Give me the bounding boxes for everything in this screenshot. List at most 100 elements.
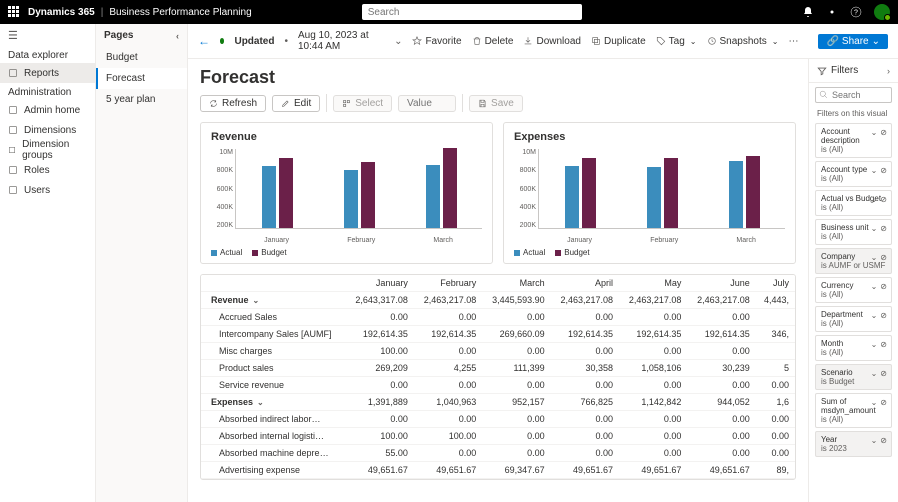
col-header: June bbox=[687, 275, 755, 292]
table-row[interactable]: Absorbed machine depre…55.000.000.000.00… bbox=[201, 445, 795, 462]
table-row[interactable]: Misc charges100.000.000.000.000.000.00 bbox=[201, 343, 795, 360]
hamburger-icon[interactable]: ☰ bbox=[0, 24, 95, 46]
filter-card-year[interactable]: Yearis 2023⌄⊘ bbox=[815, 431, 892, 457]
clear-filter-icon[interactable]: ⊘ bbox=[880, 195, 887, 204]
table-row[interactable]: Intercompany Sales [AUMF]192,614.35192,6… bbox=[201, 326, 795, 343]
col-header: May bbox=[619, 275, 687, 292]
chevron-down-icon[interactable]: ⌄ bbox=[394, 36, 402, 47]
bar-group bbox=[647, 158, 678, 228]
clear-filter-icon[interactable]: ⊘ bbox=[880, 369, 887, 378]
report-icon bbox=[8, 68, 18, 78]
page-item-budget[interactable]: Budget bbox=[96, 47, 187, 68]
home-icon bbox=[8, 105, 18, 115]
filter-card-department[interactable]: Departmentis (All)⌄⊘ bbox=[815, 306, 892, 332]
download-button[interactable]: Download bbox=[523, 36, 580, 47]
filter-card-currency[interactable]: Currencyis (All)⌄⊘ bbox=[815, 277, 892, 303]
filter-card-business-unit[interactable]: Business unitis (All)⌄⊘ bbox=[815, 219, 892, 245]
data-table: JanuaryFebruaryMarchAprilMayJuneJulyReve… bbox=[200, 274, 796, 480]
chevron-down-icon[interactable]: ⌄ bbox=[253, 296, 260, 305]
table-row[interactable]: Advertising expense49,651.6749,651.6769,… bbox=[201, 462, 795, 479]
more-button[interactable]: ⋯ bbox=[788, 36, 798, 47]
bar bbox=[426, 165, 440, 228]
chevron-down-icon[interactable]: ⌄ bbox=[871, 224, 878, 233]
clear-filter-icon[interactable]: ⊘ bbox=[880, 311, 887, 320]
rail-item-admin-home[interactable]: Admin home bbox=[0, 100, 95, 120]
rail-item-users[interactable]: Users bbox=[0, 180, 95, 200]
rail-item-dimension-groups[interactable]: Dimension groups bbox=[0, 140, 95, 160]
table-row[interactable]: Absorbed indirect labor…0.000.000.000.00… bbox=[201, 411, 795, 428]
filter-card-account-description[interactable]: Account descriptionis (All)⌄⊘ bbox=[815, 123, 892, 158]
page-title: Forecast bbox=[200, 67, 796, 88]
col-header: February bbox=[414, 275, 482, 292]
table-row[interactable]: Absorbed internal logisti…100.00100.000.… bbox=[201, 428, 795, 445]
tag-button[interactable]: Tag⌄ bbox=[656, 36, 697, 47]
col-header: March bbox=[482, 275, 550, 292]
chart-card-revenue: Revenue10M800K600K400K200KJanuaryFebruar… bbox=[200, 122, 493, 264]
clear-filter-icon[interactable]: ⊘ bbox=[880, 166, 887, 175]
table-row[interactable]: Accrued Sales0.000.000.000.000.000.00 bbox=[201, 309, 795, 326]
favorite-button[interactable]: Favorite bbox=[412, 36, 461, 47]
delete-button[interactable]: Delete bbox=[472, 36, 514, 47]
rail-item-roles[interactable]: Roles bbox=[0, 160, 95, 180]
table-row[interactable]: Product sales269,2094,255111,39930,3581,… bbox=[201, 360, 795, 377]
clear-filter-icon[interactable]: ⊘ bbox=[880, 128, 887, 137]
chevron-down-icon[interactable]: ⌄ bbox=[871, 166, 878, 175]
bar bbox=[262, 166, 276, 228]
rail-section-title: Administration bbox=[0, 83, 95, 100]
clear-filter-icon[interactable]: ⊘ bbox=[880, 282, 887, 291]
pages-title: Pages bbox=[104, 30, 133, 41]
chevron-down-icon[interactable]: ⌄ bbox=[871, 128, 878, 137]
gear-icon[interactable] bbox=[826, 6, 838, 18]
bar bbox=[582, 158, 596, 228]
help-icon[interactable]: ? bbox=[850, 6, 862, 18]
chart-card-expenses: Expenses10M800K600K400K200KJanuaryFebrua… bbox=[503, 122, 796, 264]
back-button[interactable]: ← bbox=[198, 34, 210, 48]
clear-filter-icon[interactable]: ⊘ bbox=[880, 436, 887, 445]
chevron-down-icon[interactable]: ⌄ bbox=[871, 253, 878, 262]
chevron-down-icon[interactable]: ⌄ bbox=[871, 369, 878, 378]
chevron-down-icon[interactable]: ⌄ bbox=[871, 282, 878, 291]
clear-filter-icon[interactable]: ⊘ bbox=[880, 253, 887, 262]
collapse-pages-icon[interactable]: ‹ bbox=[176, 31, 179, 41]
clear-filter-icon[interactable]: ⊘ bbox=[880, 398, 887, 407]
table-row[interactable]: Service revenue0.000.000.000.000.000.000… bbox=[201, 377, 795, 394]
bar bbox=[746, 156, 760, 228]
bar-group bbox=[344, 162, 375, 228]
filter-card-account-type[interactable]: Account typeis (All)⌄⊘ bbox=[815, 161, 892, 187]
page-item-forecast[interactable]: Forecast bbox=[96, 68, 187, 89]
col-header: January bbox=[346, 275, 414, 292]
rail-item-dimensions[interactable]: Dimensions bbox=[0, 120, 95, 140]
module-name: Business Performance Planning bbox=[109, 7, 251, 18]
duplicate-button[interactable]: Duplicate bbox=[591, 36, 646, 47]
filter-card-scenario[interactable]: Scenariois Budget⌄⊘ bbox=[815, 364, 892, 390]
page-item-5-year-plan[interactable]: 5 year plan bbox=[96, 89, 187, 110]
chevron-down-icon[interactable]: ⌄ bbox=[871, 398, 878, 407]
topbar: Dynamics 365 | Business Performance Plan… bbox=[0, 0, 898, 24]
refresh-button[interactable]: Refresh bbox=[200, 95, 266, 112]
rail-item-reports[interactable]: Reports bbox=[0, 63, 95, 83]
share-button[interactable]: 🔗 Share ⌄ bbox=[818, 34, 888, 49]
filter-card-actual-vs-budget[interactable]: Actual vs Budgetis (All)⌄⊘ bbox=[815, 190, 892, 216]
filter-card-company[interactable]: Companyis AUMF or USMF⌄⊘ bbox=[815, 248, 892, 274]
left-rail: ☰ Data explorerReportsAdministrationAdmi… bbox=[0, 24, 96, 502]
chevron-down-icon[interactable]: ⌄ bbox=[871, 195, 878, 204]
filter-card-month[interactable]: Monthis (All)⌄⊘ bbox=[815, 335, 892, 361]
snapshots-button[interactable]: Snapshots⌄ bbox=[707, 36, 779, 47]
chevron-down-icon[interactable]: ⌄ bbox=[871, 311, 878, 320]
clear-filter-icon[interactable]: ⊘ bbox=[880, 224, 887, 233]
pages-pane: Pages ‹ BudgetForecast5 year plan bbox=[96, 24, 188, 502]
expand-filters-icon[interactable]: › bbox=[887, 66, 890, 76]
edit-button[interactable]: Edit bbox=[272, 95, 320, 112]
app-launcher-icon[interactable] bbox=[8, 6, 20, 18]
chevron-down-icon[interactable]: ⌄ bbox=[871, 340, 878, 349]
filter-section-label: Filters on this visual bbox=[809, 107, 898, 120]
chevron-down-icon[interactable]: ⌄ bbox=[257, 398, 264, 407]
table-row[interactable]: Revenue⌄2,643,317.082,463,217.083,445,59… bbox=[201, 292, 795, 309]
bell-icon[interactable] bbox=[802, 6, 814, 18]
chevron-down-icon[interactable]: ⌄ bbox=[871, 436, 878, 445]
clear-filter-icon[interactable]: ⊘ bbox=[880, 340, 887, 349]
filter-card-sum-of-msdyn-amount[interactable]: Sum of msdyn_amountis (All)⌄⊘ bbox=[815, 393, 892, 428]
table-row[interactable]: Expenses⌄1,391,8891,040,963952,157766,82… bbox=[201, 394, 795, 411]
avatar[interactable] bbox=[874, 4, 890, 20]
global-search-input[interactable] bbox=[362, 4, 582, 20]
